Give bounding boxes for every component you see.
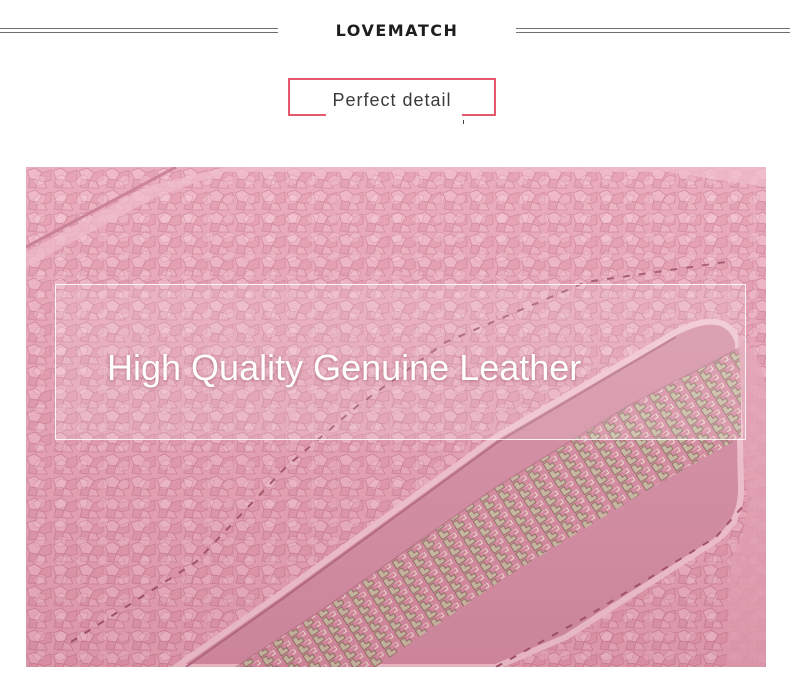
divider-right — [516, 28, 790, 33]
brand-logo-text: LOVEMATCH — [335, 21, 459, 40]
section-title-tick — [463, 120, 464, 124]
section-title: Perfect detail — [332, 90, 452, 110]
divider-left — [0, 28, 278, 33]
section-title-frame-gap — [326, 114, 462, 120]
caption-text: High Quality Genuine Leather — [107, 347, 582, 388]
brand-header: LOVEMATCH — [0, 22, 790, 42]
product-photo: High Quality Genuine Leather — [26, 167, 766, 667]
